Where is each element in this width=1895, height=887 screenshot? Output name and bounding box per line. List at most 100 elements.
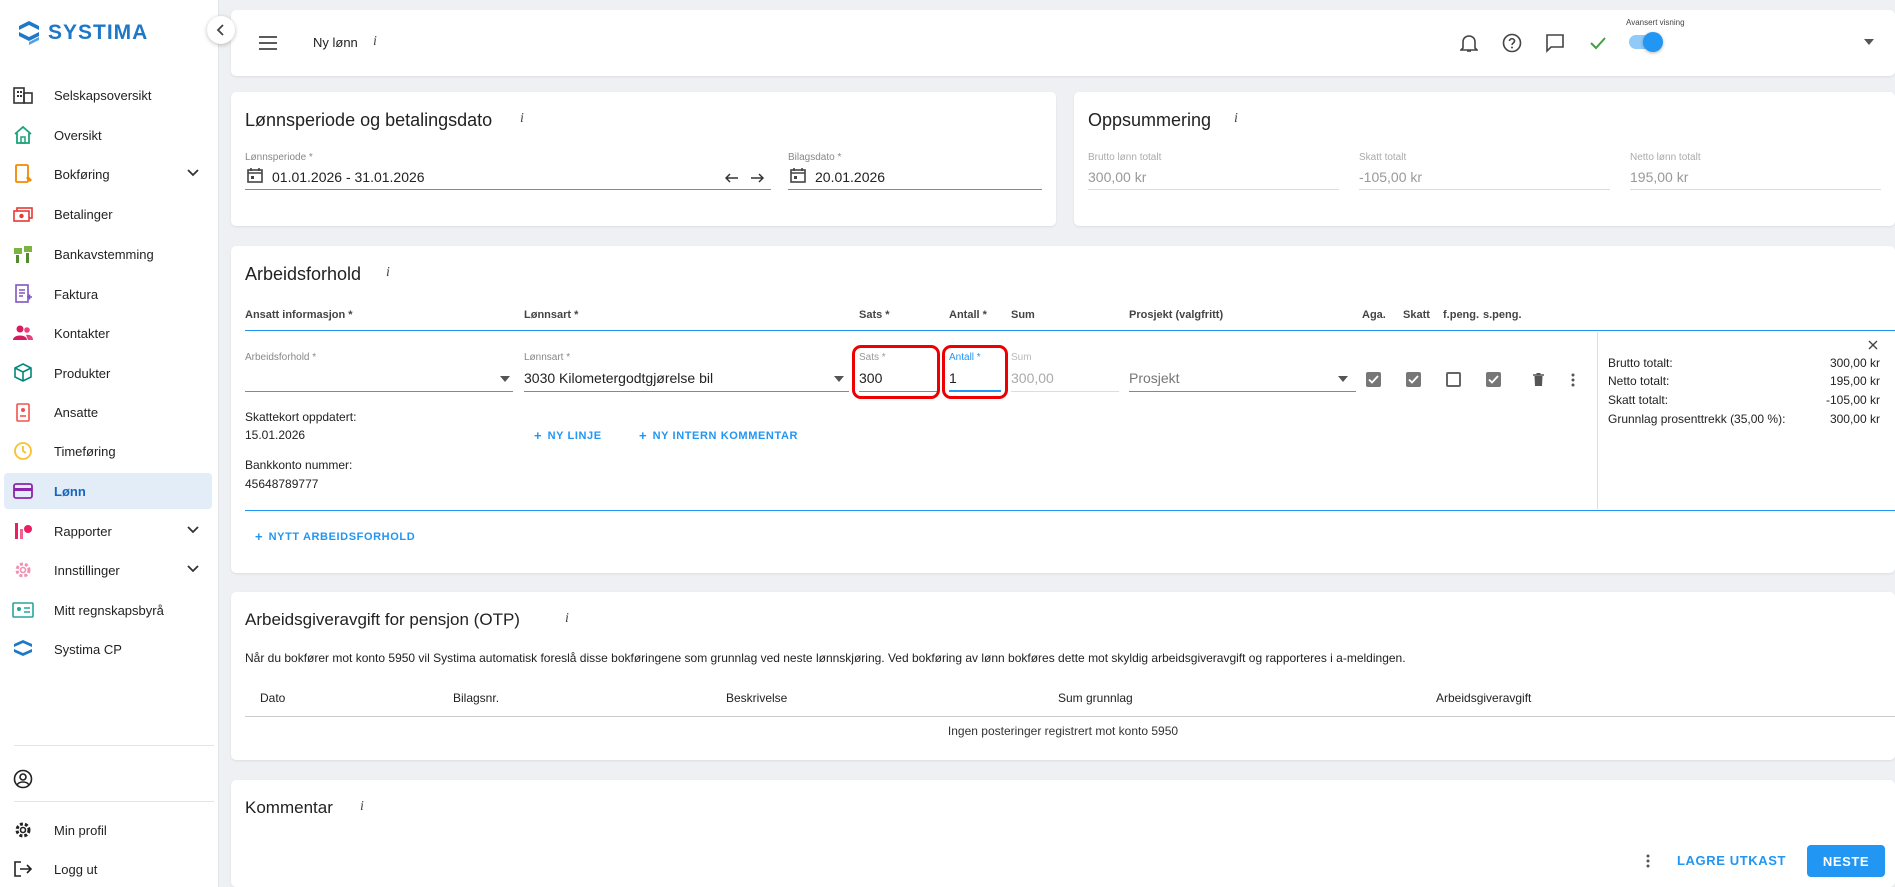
sidebar-item-bokforing[interactable]: Bokføring (4, 156, 212, 192)
field-underline (1359, 189, 1610, 190)
totals-label: Netto totalt: (1608, 374, 1670, 388)
header-divider (245, 330, 1895, 331)
column-header: Sum grunnlag (1058, 691, 1133, 705)
sidebar-item-produkter[interactable]: Produkter (4, 355, 212, 391)
calendar-icon[interactable] (247, 167, 263, 183)
sidebar-item-label: Faktura (54, 286, 99, 302)
sidebar-item-bankavstemming[interactable]: Bankavstemming (4, 236, 212, 272)
field-underline (1129, 391, 1356, 392)
totals-value: 300,00 kr (1829, 412, 1880, 426)
collapse-sidebar-button[interactable] (207, 16, 235, 44)
aga-checkbox[interactable] (1366, 372, 1381, 387)
sidebar-item-timeforing[interactable]: Timeføring (4, 433, 212, 469)
new-employment-label: NYTT ARBEIDSFORHOLD (268, 530, 416, 543)
more-vert-icon[interactable] (1571, 373, 1575, 387)
bell-icon[interactable] (1460, 33, 1478, 53)
sidebar-item-betalinger[interactable]: Betalinger (4, 196, 212, 232)
systima-logo-icon (19, 21, 39, 45)
sidebar-item-label: Oversikt (54, 127, 102, 143)
summary-card: Oppsummering i Brutto lønn totalt 300,00… (1074, 92, 1895, 226)
info-icon[interactable]: i (565, 611, 569, 627)
sidebar-item-faktura[interactable]: Faktura (4, 276, 212, 312)
row-divider (245, 510, 1895, 511)
date-label: Bilagsdato * (788, 152, 842, 163)
next-button[interactable]: NESTE (1807, 845, 1885, 877)
info-icon[interactable]: i (386, 265, 390, 281)
prosjekt-select[interactable]: Prosjekt (1129, 370, 1180, 386)
delete-icon[interactable] (1533, 373, 1544, 386)
skattekort-label: Skattekort oppdatert: (245, 410, 357, 424)
info-icon[interactable]: i (520, 111, 524, 127)
column-header: Antall * (949, 309, 987, 321)
sidebar-item-min-profil[interactable]: Min profil (4, 812, 212, 848)
employee-badge-icon (16, 403, 30, 422)
check-icon[interactable] (1589, 35, 1607, 51)
lonnsart-select[interactable]: 3030 Kilometergodtgjørelse bil (524, 370, 713, 386)
field-underline (524, 391, 849, 392)
menu-icon[interactable] (259, 36, 277, 50)
new-employment-button[interactable]: + NYTT ARBEIDSFORHOLD (255, 529, 415, 544)
column-header: Bilagsnr. (453, 691, 500, 705)
sats-highlight (852, 345, 940, 399)
sidebar-item-user[interactable] (4, 761, 212, 797)
sidebar-item-mitt-regnskapsbyra[interactable]: Mitt regnskapsbyrå (4, 592, 212, 628)
skatt-checkbox[interactable] (1406, 372, 1421, 387)
sidebar-item-label: Timeføring (54, 443, 116, 459)
help-icon[interactable] (1502, 33, 1522, 53)
arrow-left-icon[interactable] (725, 173, 739, 183)
account-dropdown-caret-icon[interactable] (1864, 39, 1874, 45)
column-header: Lønnsart * (524, 309, 579, 321)
new-line-label: NY LINJE (547, 429, 602, 442)
sidebar-item-kontakter[interactable]: Kontakter (4, 315, 212, 351)
sidebar-item-label: Lønn (54, 483, 86, 499)
info-icon[interactable]: i (1234, 111, 1238, 127)
column-header: Aga. (1362, 309, 1386, 321)
arbeidsforhold-label: Arbeidsforhold * (245, 352, 317, 363)
user-circle-icon (13, 769, 33, 789)
totals-value: 300,00 kr (1829, 356, 1880, 370)
save-draft-button[interactable]: LAGRE UTKAST (1677, 853, 1786, 868)
toggle-knob (1643, 32, 1663, 52)
sidebar-item-label: Rapporter (54, 523, 112, 539)
lonnsart-label: Lønnsart * (524, 352, 571, 363)
sidebar-item-label: Selskapsoversikt (54, 87, 152, 103)
sidebar-item-logg-ut[interactable]: Logg ut (4, 851, 212, 887)
period-field[interactable]: 01.01.2026 - 31.01.2026 (272, 169, 425, 185)
contacts-icon (13, 325, 33, 340)
date-field[interactable]: 20.01.2026 (815, 169, 885, 185)
totals-label: Skatt totalt: (1608, 393, 1669, 407)
sidebar-item-selskapsoversikt[interactable]: Selskapsoversikt (4, 77, 212, 113)
sidebar-item-ansatte[interactable]: Ansatte (4, 394, 212, 430)
column-header: s.peng. (1483, 309, 1522, 321)
close-icon[interactable] (1868, 340, 1878, 350)
speng-checkbox[interactable] (1486, 372, 1501, 387)
dropdown-caret-icon[interactable] (834, 376, 844, 382)
fpeng-checkbox[interactable] (1446, 372, 1461, 387)
employment-card: Arbeidsforhold i Ansatt informasjon * Lø… (231, 246, 1895, 573)
ledger-icon (15, 164, 32, 183)
column-header: Skatt (1403, 309, 1430, 321)
new-line-button[interactable]: + NY LINJE (534, 428, 602, 443)
dropdown-caret-icon[interactable] (1338, 376, 1348, 382)
arrow-right-icon[interactable] (750, 173, 764, 183)
sidebar-item-oversikt[interactable]: Oversikt (4, 117, 212, 153)
calendar-icon[interactable] (790, 167, 806, 183)
dropdown-caret-icon[interactable] (500, 376, 510, 382)
brand-logo[interactable]: SYSTIMA (18, 20, 148, 46)
more-vert-icon[interactable] (1646, 854, 1650, 868)
sidebar-item-systima-cp[interactable]: Systima CP (4, 631, 212, 667)
chat-icon[interactable] (1545, 33, 1565, 53)
sidebar-item-lonn[interactable]: Lønn (4, 473, 212, 509)
sidebar-item-innstillinger[interactable]: Innstillinger (4, 552, 212, 588)
column-header: Beskrivelse (726, 691, 788, 705)
new-comment-button[interactable]: + NY INTERN KOMMENTAR (639, 428, 798, 443)
invoice-icon (15, 284, 32, 303)
period-card: Lønnsperiode og betalingsdato i Lønnsper… (231, 92, 1056, 226)
advanced-view-toggle[interactable] (1629, 32, 1663, 52)
building-icon (13, 87, 33, 104)
sidebar-item-rapporter[interactable]: Rapporter (4, 513, 212, 549)
check-icon (1488, 375, 1499, 384)
info-icon[interactable]: i (373, 34, 377, 50)
info-icon[interactable]: i (360, 799, 364, 815)
sidebar: SYSTIMA Selskapsoversikt Oversikt Bokfør… (0, 0, 219, 887)
